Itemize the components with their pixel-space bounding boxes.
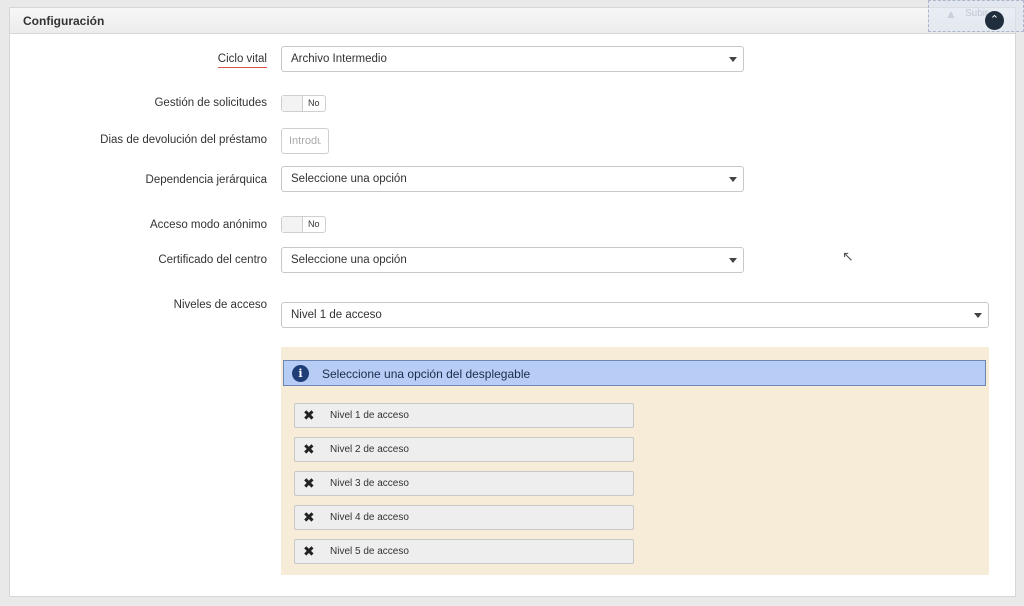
caret-down-icon	[729, 258, 737, 263]
level-chip-label: Nivel 2 de acceso	[330, 444, 409, 455]
dependencia-select[interactable]: Seleccione una opción	[281, 166, 744, 192]
level-chip-label: Nivel 4 de acceso	[330, 512, 409, 523]
niveles-select[interactable]: Nivel 1 de acceso	[281, 302, 989, 328]
certificado-value: Seleccione una opción	[291, 254, 407, 266]
close-icon[interactable]: ✖	[303, 441, 315, 458]
level-chip: ✖ Nivel 2 de acceso	[294, 437, 634, 462]
dependencia-value: Seleccione una opción	[291, 173, 407, 185]
caret-down-icon	[729, 57, 737, 62]
levels-container: i Seleccione una opción del desplegable …	[281, 347, 989, 575]
ciclo-vital-select[interactable]: Archivo Intermedio	[281, 46, 744, 72]
niveles-label: Niveles de acceso	[173, 299, 267, 311]
close-icon[interactable]: ✖	[303, 407, 315, 424]
close-icon[interactable]: ✖	[303, 543, 315, 560]
certificado-select[interactable]: Seleccione una opción	[281, 247, 744, 273]
acceso-anonimo-label: Acceso modo anónimo	[150, 219, 267, 231]
certificado-label: Certificado del centro	[158, 254, 267, 266]
level-chip: ✖ Nivel 3 de acceso	[294, 471, 634, 496]
level-chip: ✖ Nivel 5 de acceso	[294, 539, 634, 564]
dias-devolucion-label: Dias de devolución del préstamo	[100, 134, 267, 146]
gestion-solicitudes-label: Gestión de solicitudes	[154, 97, 267, 109]
gestion-solicitudes-value: No	[308, 98, 320, 108]
panel-title: Configuración	[23, 14, 105, 28]
level-chip-label: Nivel 3 de acceso	[330, 478, 409, 489]
chevron-up-circle-icon[interactable]: ⌃	[985, 11, 1004, 30]
panel-header: Configuración	[10, 8, 1015, 34]
chevron-up-icon: ▲	[945, 7, 957, 21]
toggle-knob	[282, 217, 303, 232]
ciclo-vital-label: Ciclo vital	[217, 53, 267, 68]
dias-devolucion-input[interactable]	[281, 128, 329, 154]
close-icon[interactable]: ✖	[303, 509, 315, 526]
info-text: Seleccione una opción del desplegable	[322, 367, 531, 381]
info-banner: i Seleccione una opción del desplegable	[283, 360, 986, 386]
level-chip-label: Nivel 1 de acceso	[330, 410, 409, 421]
info-icon: i	[292, 365, 309, 382]
cursor-icon: ↖	[842, 248, 854, 264]
close-icon[interactable]: ✖	[303, 475, 315, 492]
level-chip: ✖ Nivel 4 de acceso	[294, 505, 634, 530]
gestion-solicitudes-toggle[interactable]: No	[281, 95, 326, 112]
caret-down-icon	[729, 177, 737, 182]
acceso-anonimo-toggle[interactable]: No	[281, 216, 326, 233]
toggle-knob	[282, 96, 303, 111]
dependencia-label: Dependencia jerárquica	[145, 174, 267, 186]
caret-down-icon	[974, 313, 982, 318]
niveles-value: Nivel 1 de acceso	[291, 309, 382, 321]
level-chip: ✖ Nivel 1 de acceso	[294, 403, 634, 428]
level-chip-label: Nivel 5 de acceso	[330, 546, 409, 557]
scroll-top-button[interactable]: ▲ Subir ⌃	[928, 0, 1024, 32]
ciclo-vital-value: Archivo Intermedio	[291, 53, 387, 65]
acceso-anonimo-value: No	[308, 219, 320, 229]
